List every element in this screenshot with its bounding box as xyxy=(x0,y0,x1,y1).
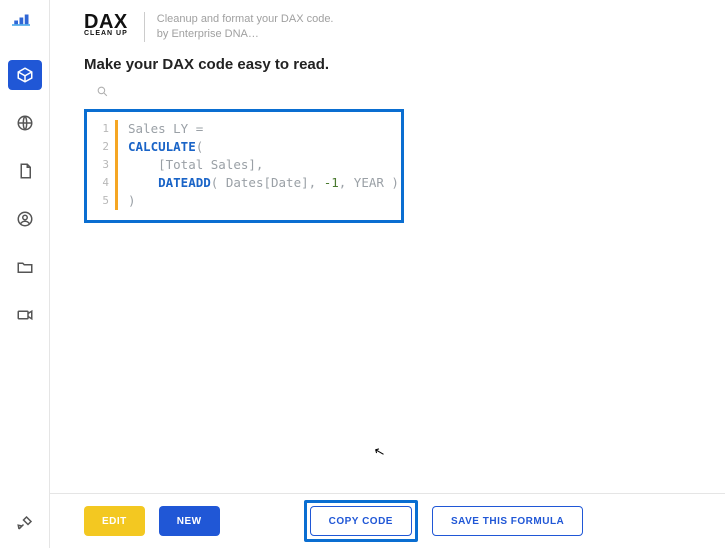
search-row[interactable] xyxy=(84,85,691,103)
code-content: CALCULATE( xyxy=(128,138,203,156)
code-line: 1 Sales LY = xyxy=(93,120,391,138)
header: DAX CLEAN UP Cleanup and format your DAX… xyxy=(84,12,691,42)
code-line: 3 [Total Sales], xyxy=(93,156,391,174)
code-content: ) xyxy=(128,192,136,210)
brand-sub: CLEAN UP xyxy=(84,30,128,37)
code-content: Sales LY = xyxy=(128,120,203,138)
line-number: 3 xyxy=(93,156,109,174)
side-nav xyxy=(0,0,50,548)
code-content: [Total Sales], xyxy=(128,156,263,174)
page-title: Make your DAX code easy to read. xyxy=(84,56,691,73)
code-line: 2 CALCULATE( xyxy=(93,138,391,156)
line-number: 1 xyxy=(93,120,109,138)
brand: DAX CLEAN UP xyxy=(84,12,128,37)
gutter-bar xyxy=(115,174,118,192)
nav-box-icon[interactable] xyxy=(8,60,42,90)
gutter-bar xyxy=(115,156,118,174)
copy-highlight: COPY CODE xyxy=(304,500,418,542)
copy-code-button[interactable]: COPY CODE xyxy=(310,506,412,536)
gutter-bar xyxy=(115,192,118,210)
bottom-bar: EDIT NEW COPY CODE SAVE THIS FORMULA xyxy=(50,493,725,548)
tagline-line1: Cleanup and format your DAX code. xyxy=(157,12,334,27)
line-number: 2 xyxy=(93,138,109,156)
edit-button[interactable]: EDIT xyxy=(84,506,145,536)
line-number: 5 xyxy=(93,192,109,210)
nav-document-icon[interactable] xyxy=(8,156,42,186)
main-panel: DAX CLEAN UP Cleanup and format your DAX… xyxy=(50,0,725,548)
app-logo-icon xyxy=(12,10,38,32)
nav-user-icon[interactable] xyxy=(8,204,42,234)
tagline: Cleanup and format your DAX code. by Ent… xyxy=(144,12,334,42)
code-line: 5) xyxy=(93,192,391,210)
gutter-bar xyxy=(115,120,118,138)
nav-video-icon[interactable] xyxy=(8,300,42,330)
nav-globe-icon[interactable] xyxy=(8,108,42,138)
tagline-line2: by Enterprise DNA… xyxy=(157,27,334,42)
nav-folder-icon[interactable] xyxy=(8,252,42,282)
nav-tools-icon[interactable] xyxy=(8,508,42,538)
code-line: 4 DATEADD( Dates[Date], -1, YEAR ) xyxy=(93,174,391,192)
code-content: DATEADD( Dates[Date], -1, YEAR ) xyxy=(128,174,399,192)
search-icon xyxy=(96,85,109,98)
code-box: 1Sales LY =2CALCULATE(3 [Total Sales],4 … xyxy=(84,109,404,223)
brand-main: DAX xyxy=(84,12,128,32)
new-button[interactable]: NEW xyxy=(159,506,220,536)
save-formula-button[interactable]: SAVE THIS FORMULA xyxy=(432,506,583,536)
line-number: 4 xyxy=(93,174,109,192)
gutter-bar xyxy=(115,138,118,156)
